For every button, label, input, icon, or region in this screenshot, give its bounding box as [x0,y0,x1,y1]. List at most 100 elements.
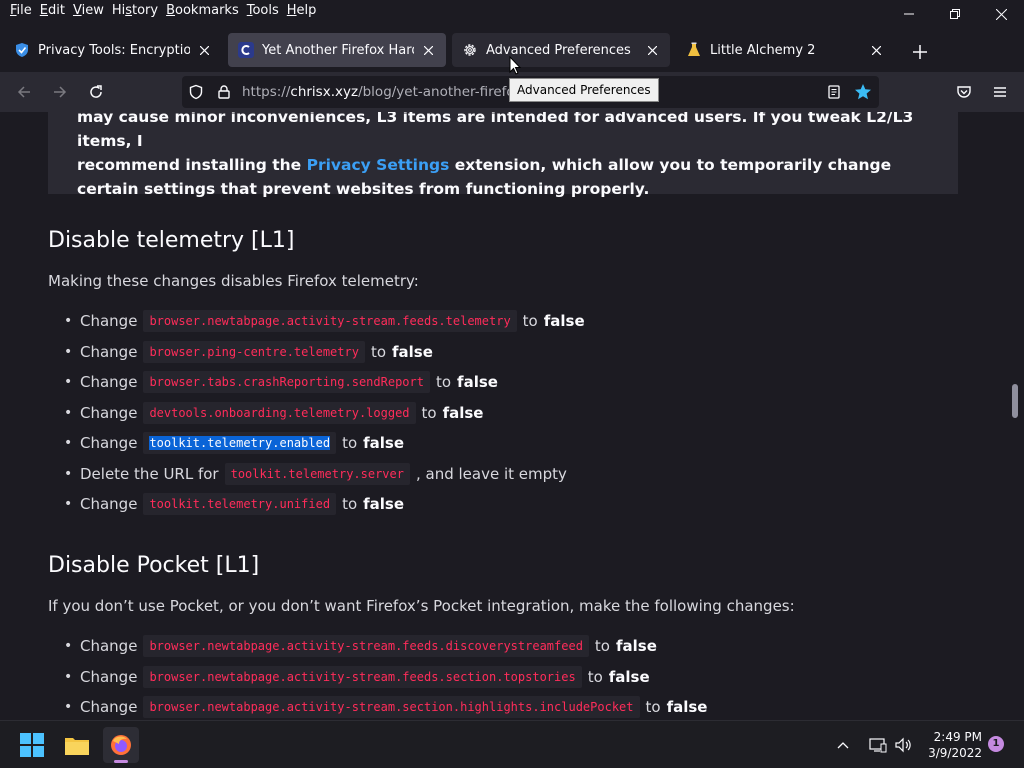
pref-name-code[interactable]: devtools.onboarding.telemetry.logged [143,401,416,424]
tab-little-alchemy[interactable]: Little Alchemy 2 [676,33,894,67]
start-button[interactable] [14,727,50,763]
item-prefix: Change [80,667,138,686]
pref-name-code[interactable]: toolkit.telemetry.unified [143,493,337,516]
item-connector: to [342,495,358,514]
list-item: Change browser.newtabpage.activity-stream… [64,692,707,720]
hamburger-menu-icon [994,87,1006,97]
firefox-taskbar-button[interactable] [103,727,139,763]
close-tab-icon[interactable] [868,42,884,58]
close-window-button[interactable] [978,0,1024,28]
taskbar: 2:49 PM 3/9/2022 1 [0,720,1024,768]
plus-icon [913,45,927,59]
close-tab-icon[interactable] [420,42,436,58]
tab-advanced-preferences[interactable]: Advanced Preferences [452,33,670,67]
clock-date: 3/9/2022 [928,746,982,760]
pref-name-code[interactable]: browser.tabs.crashReporting.sendReport [143,371,430,394]
menu-tools[interactable]: Tools [243,2,283,19]
pref-value: false [608,667,650,686]
list-item: Change browser.newtabpage.activity-stream… [64,662,707,693]
menu-history[interactable]: History [108,2,162,19]
item-connector: to [342,434,358,453]
item-prefix: Change [80,698,138,717]
menu-label-part: dit [48,3,65,18]
menu-accesskey: H [286,3,297,18]
pref-name-code[interactable]: browser.ping-centre.telemetry [143,340,365,363]
folder-icon [65,738,89,755]
pref-value: false [615,637,657,656]
url-domain: chrisx.xyz [290,84,359,100]
menu-file[interactable]: File [6,2,36,19]
item-prefix: Change [80,403,138,422]
volume-icon[interactable] [892,727,916,763]
file-explorer-button[interactable] [59,727,95,763]
tab-firefox-hardening[interactable]: Yet Another Firefox Hardening Guide [228,33,446,67]
pref-name-code[interactable]: toolkit.telemetry.server [224,462,410,485]
system-clock[interactable]: 2:49 PM 3/9/2022 [920,729,982,761]
privacytools-shield-icon [14,42,30,58]
menu-bar: File Edit View History Bookmarks Tools Help [0,0,1024,28]
tab-tooltip: Advanced Preferences [509,78,659,102]
menu-label-part: ools [252,3,279,18]
pocket-button[interactable] [952,80,976,104]
pref-name-code[interactable]: browser.newtabpage.activity-stream.feeds… [143,635,589,658]
flask-icon [686,42,702,58]
item-prefix: Change [80,373,138,392]
pref-value: false [363,495,405,514]
item-connector: to [587,667,603,686]
list-item: Change browser.newtabpage.activity-stream… [64,631,707,662]
menu-label-part: ookmarks [175,3,239,18]
scrollbar-thumb[interactable] [1012,384,1018,418]
pref-value: false [392,342,433,361]
privacy-settings-link[interactable]: Privacy Settings [307,156,450,174]
item-prefix: Change [80,434,138,453]
reader-view-icon[interactable] [826,84,842,104]
menu-bookmarks[interactable]: Bookmarks [162,2,243,19]
item-prefix: Delete the URL for [80,464,219,483]
restore-button[interactable] [932,0,978,28]
arrow-right-icon [54,86,67,98]
item-connector: to [645,698,661,717]
info-note: may cause minor inconveniences, L3 items… [48,112,958,198]
pref-name-code[interactable]: browser.newtabpage.activity-stream.secti… [143,696,640,719]
show-hidden-icons-button[interactable] [832,727,854,763]
list-item: Change browser.newtabpage.activity-stream… [64,306,585,337]
active-app-indicator [114,760,128,763]
menu-edit[interactable]: Edit [36,2,69,19]
menu-view[interactable]: View [69,2,108,19]
pref-value: false [442,403,484,422]
menu-label-part: iew [81,3,104,18]
pref-value: false [457,373,498,392]
section-intro-telemetry: Making these changes disables Firefox te… [48,272,419,290]
pocket-icon [957,86,971,98]
menu-label-part: tory [132,3,159,18]
selected-text: toolkit.telemetry.enabled [149,436,331,451]
forward-button[interactable] [48,80,72,104]
minimize-button[interactable] [886,0,932,28]
pref-value: false [666,698,708,717]
lock-icon[interactable] [216,84,232,104]
pref-name-code[interactable]: browser.newtabpage.activity-stream.feeds… [143,665,582,688]
reload-button[interactable] [84,80,108,104]
pref-name-code[interactable]: browser.newtabpage.activity-stream.feeds… [143,310,517,333]
close-tab-icon[interactable] [644,42,660,58]
back-button[interactable] [12,80,36,104]
note-text: recommend installing the [77,156,307,174]
menu-accesskey: s [125,3,132,18]
menu-help[interactable]: Help [283,2,321,19]
menu-label-part: Hi [111,3,126,18]
app-menu-button[interactable] [988,80,1012,104]
close-tab-icon[interactable] [196,42,212,58]
notification-badge[interactable]: 1 [988,736,1004,752]
pref-name-code[interactable]: toolkit.telemetry.enabled [143,432,337,455]
item-connector: to [435,373,452,392]
page-content: may cause minor inconveniences, L3 items… [0,112,1024,720]
list-item: Change toolkit.telemetry.enabled tofalse [64,428,585,459]
new-tab-button[interactable] [908,40,932,64]
pocket-list: Change browser.newtabpage.activity-stream… [64,631,707,720]
tab-title: Privacy Tools: Encryption Against [38,42,190,58]
section-intro-pocket: If you don’t use Pocket, or you don’t wa… [48,597,795,615]
network-icon[interactable] [866,727,890,763]
tab-privacy-tools[interactable]: Privacy Tools: Encryption Against [4,33,222,67]
bookmark-star-icon[interactable] [854,83,872,105]
tracking-protection-shield-icon[interactable] [188,84,204,104]
